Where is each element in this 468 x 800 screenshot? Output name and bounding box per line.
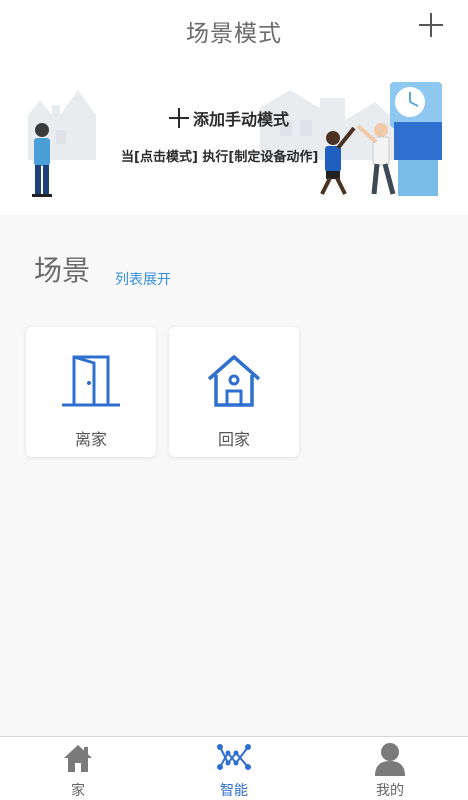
tab-mine[interactable]: 我的 xyxy=(312,737,468,800)
smart-network-icon xyxy=(156,741,312,777)
user-icon xyxy=(312,741,468,777)
expand-list-link[interactable]: 列表展开 xyxy=(115,269,171,289)
house-icon xyxy=(169,349,299,411)
scene-label: 离家 xyxy=(74,430,107,449)
scene-card-leave-home[interactable]: 离家 xyxy=(26,327,156,457)
plus-icon xyxy=(169,108,189,128)
scenes-title: 场景 xyxy=(34,254,91,287)
banner-title: 添加手动模式 xyxy=(168,106,289,130)
door-icon xyxy=(26,349,156,411)
bottom-tabbar: 家 智能 我的 xyxy=(0,736,468,800)
plus-icon[interactable] xyxy=(416,10,446,40)
home-icon xyxy=(0,741,156,777)
tab-label: 智能 xyxy=(220,783,248,799)
clock-tower xyxy=(390,82,442,196)
scene-label: 回家 xyxy=(217,430,250,449)
tab-home[interactable]: 家 xyxy=(0,737,156,800)
page-title: 场景模式 xyxy=(186,21,282,47)
banner-subtitle: 当[点击模式] 执行[制定设备动作] xyxy=(121,150,319,165)
tab-label: 我的 xyxy=(376,783,404,799)
banner-illustration xyxy=(28,82,442,197)
add-manual-mode-banner[interactable]: 添加手动模式 当[点击模式] 执行[制定设备动作] xyxy=(0,60,468,215)
tab-label: 家 xyxy=(71,783,85,799)
banner-title-text: 添加手动模式 xyxy=(193,110,290,129)
scene-card-return-home[interactable]: 回家 xyxy=(169,327,299,457)
header: 场景模式 xyxy=(0,0,468,60)
tab-smart[interactable]: 智能 xyxy=(156,737,312,800)
